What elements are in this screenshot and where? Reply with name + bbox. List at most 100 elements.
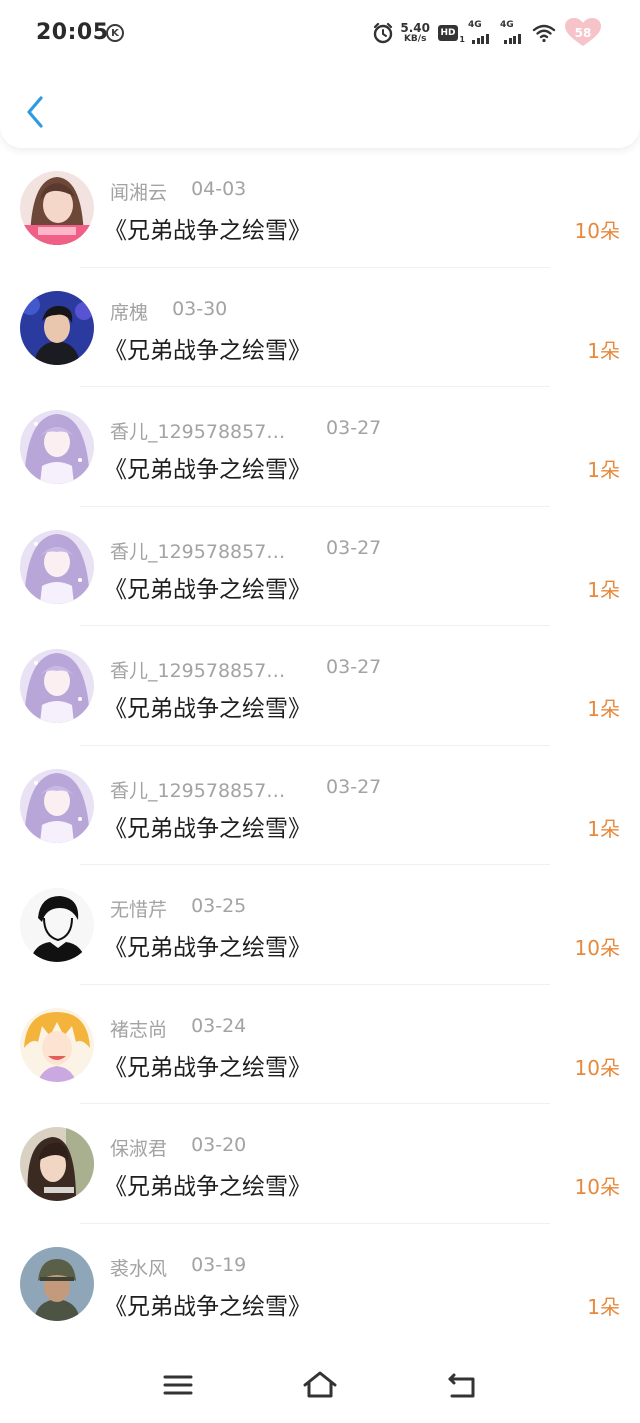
list-item[interactable]: 裘水风 03-19 《兄弟战争之绘雪》 1朵 [0,1224,640,1344]
book-title[interactable]: 《兄弟战争之绘雪》 [104,1287,311,1321]
item-meta: 无惜芹 03-25 [110,895,247,922]
flower-count: 1朵 [587,577,620,602]
list-item[interactable]: 无惜芹 03-25 《兄弟战争之绘雪》 10朵 [0,865,640,985]
list-item[interactable]: 席槐 03-30 《兄弟战争之绘雪》 1朵 [0,268,640,387]
list-item[interactable]: 香儿_129578857… 03-27 《兄弟战争之绘雪》 1朵 [0,507,640,626]
avatar[interactable] [20,1007,94,1082]
book-title[interactable]: 《兄弟战争之绘雪》 [104,928,311,962]
book-title[interactable]: 《兄弟战争之绘雪》 [104,211,311,245]
page: 20:05 K 5.40 KB/s HD 4G [0,0,640,1423]
battery-icon: 58 [564,18,602,48]
list-item[interactable]: 闻湘云 04-03 《兄弟战争之绘雪》 10朵 [0,148,640,268]
user-name[interactable]: 裘水风 [110,1254,167,1281]
chevron-left-icon [27,96,43,128]
header: 20:05 K 5.40 KB/s HD 4G [0,0,640,148]
flower-count: 1朵 [587,697,620,721]
flower-count: 10朵 [574,1055,620,1080]
user-name[interactable]: 保淑君 [110,1134,167,1161]
item-date: 03-24 [191,1014,247,1037]
list-item[interactable]: 香儿_129578857… 03-27 《兄弟战争之绘雪》 1朵 [0,387,640,507]
signal-icon: 4G [500,20,522,44]
back-nav-button[interactable] [446,1369,478,1401]
item-meta: 裘水风 03-19 [110,1253,247,1281]
avatar[interactable] [20,171,94,245]
wifi-icon [532,24,556,43]
signal-bars [504,34,522,44]
gift-list: 闻湘云 04-03 《兄弟战争之绘雪》 10朵 席槐 03-30 《兄弟战争之绘… [0,148,640,1343]
avatar[interactable] [20,1127,94,1201]
avatar[interactable] [20,649,94,723]
item-meta: 香儿_129578857… 03-27 [110,656,382,683]
battery-level: 58 [574,26,592,40]
user-name[interactable]: 香儿_129578857… [110,417,300,444]
user-name[interactable]: 无惜芹 [110,895,167,922]
user-name[interactable]: 香儿_129578857… [110,776,300,803]
flower-count: 10朵 [574,1175,620,1199]
item-meta: 香儿_129578857… 03-27 [110,417,382,444]
item-date: 03-19 [191,1253,247,1276]
book-title[interactable]: 《兄弟战争之绘雪》 [104,570,311,604]
flower-count: 1朵 [587,1294,620,1319]
item-date: 04-03 [191,178,247,200]
hd-icon: HD [438,25,465,44]
status-bar: 20:05 K 5.40 KB/s HD 4G [0,0,640,66]
list-item[interactable]: 保淑君 03-20 《兄弟战争之绘雪》 10朵 [0,1104,640,1224]
alarm-icon [374,22,393,44]
signal-bars [472,34,490,44]
flower-count: 10朵 [574,936,620,960]
avatar[interactable] [20,888,94,962]
user-name[interactable]: 香儿_129578857… [110,537,300,564]
back-nav-icon [448,1373,475,1398]
item-date: 03-27 [326,417,382,439]
avatar[interactable] [20,529,94,604]
flower-count: 10朵 [574,219,620,243]
item-date: 03-20 [191,1134,247,1156]
sim2-label: 4G [500,20,514,30]
user-name[interactable]: 席槐 [110,298,148,325]
home-button[interactable] [302,1369,337,1401]
item-date: 03-27 [326,536,382,559]
book-title[interactable]: 《兄弟战争之绘雪》 [104,450,311,484]
item-meta: 褚志尚 03-24 [110,1014,247,1042]
k-badge-icon: K [106,24,124,42]
home-icon [303,1371,337,1398]
status-time: 20:05 [36,20,109,45]
item-date: 03-25 [191,895,247,917]
book-title[interactable]: 《兄弟战争之绘雪》 [104,809,311,843]
net-speed: 5.40 KB/s [400,22,430,44]
avatar[interactable] [20,768,94,843]
menu-icon [163,1375,193,1395]
item-meta: 闻湘云 04-03 [110,178,247,205]
item-meta: 保淑君 03-20 [110,1134,247,1161]
avatar[interactable] [20,410,94,484]
system-nav-bar [0,1343,640,1423]
user-name[interactable]: 香儿_129578857… [110,656,300,683]
item-date: 03-30 [172,297,228,320]
sim1-label: 4G [468,20,482,30]
back-button[interactable] [22,92,48,132]
item-date: 03-27 [326,656,382,678]
flower-count: 1朵 [587,458,620,482]
status-icons: 5.40 KB/s HD 4G 4G [372,18,602,48]
list-item[interactable]: 褚志尚 03-24 《兄弟战争之绘雪》 10朵 [0,985,640,1104]
signal-icon: 4G [468,20,490,44]
item-meta: 香儿_129578857… 03-27 [110,775,382,803]
user-name[interactable]: 褚志尚 [110,1015,167,1042]
net-speed-value: 5.40 [400,21,430,35]
menu-button[interactable] [162,1369,194,1401]
book-title[interactable]: 《兄弟战争之绘雪》 [104,689,311,723]
flower-count: 1朵 [587,338,620,363]
net-speed-unit: KB/s [403,34,427,44]
list-item[interactable]: 香儿_129578857… 03-27 《兄弟战争之绘雪》 1朵 [0,746,640,865]
user-name[interactable]: 闻湘云 [110,178,167,205]
list-item[interactable]: 香儿_129578857… 03-27 《兄弟战争之绘雪》 1朵 [0,626,640,746]
book-title[interactable]: 《兄弟战争之绘雪》 [104,1048,311,1082]
avatar[interactable] [20,1246,94,1321]
book-title[interactable]: 《兄弟战争之绘雪》 [104,1167,311,1201]
item-meta: 席槐 03-30 [110,297,228,325]
avatar[interactable] [20,290,94,365]
book-title[interactable]: 《兄弟战争之绘雪》 [104,331,311,365]
item-meta: 香儿_129578857… 03-27 [110,536,382,564]
item-date: 03-27 [326,775,382,798]
flower-count: 1朵 [587,816,620,841]
